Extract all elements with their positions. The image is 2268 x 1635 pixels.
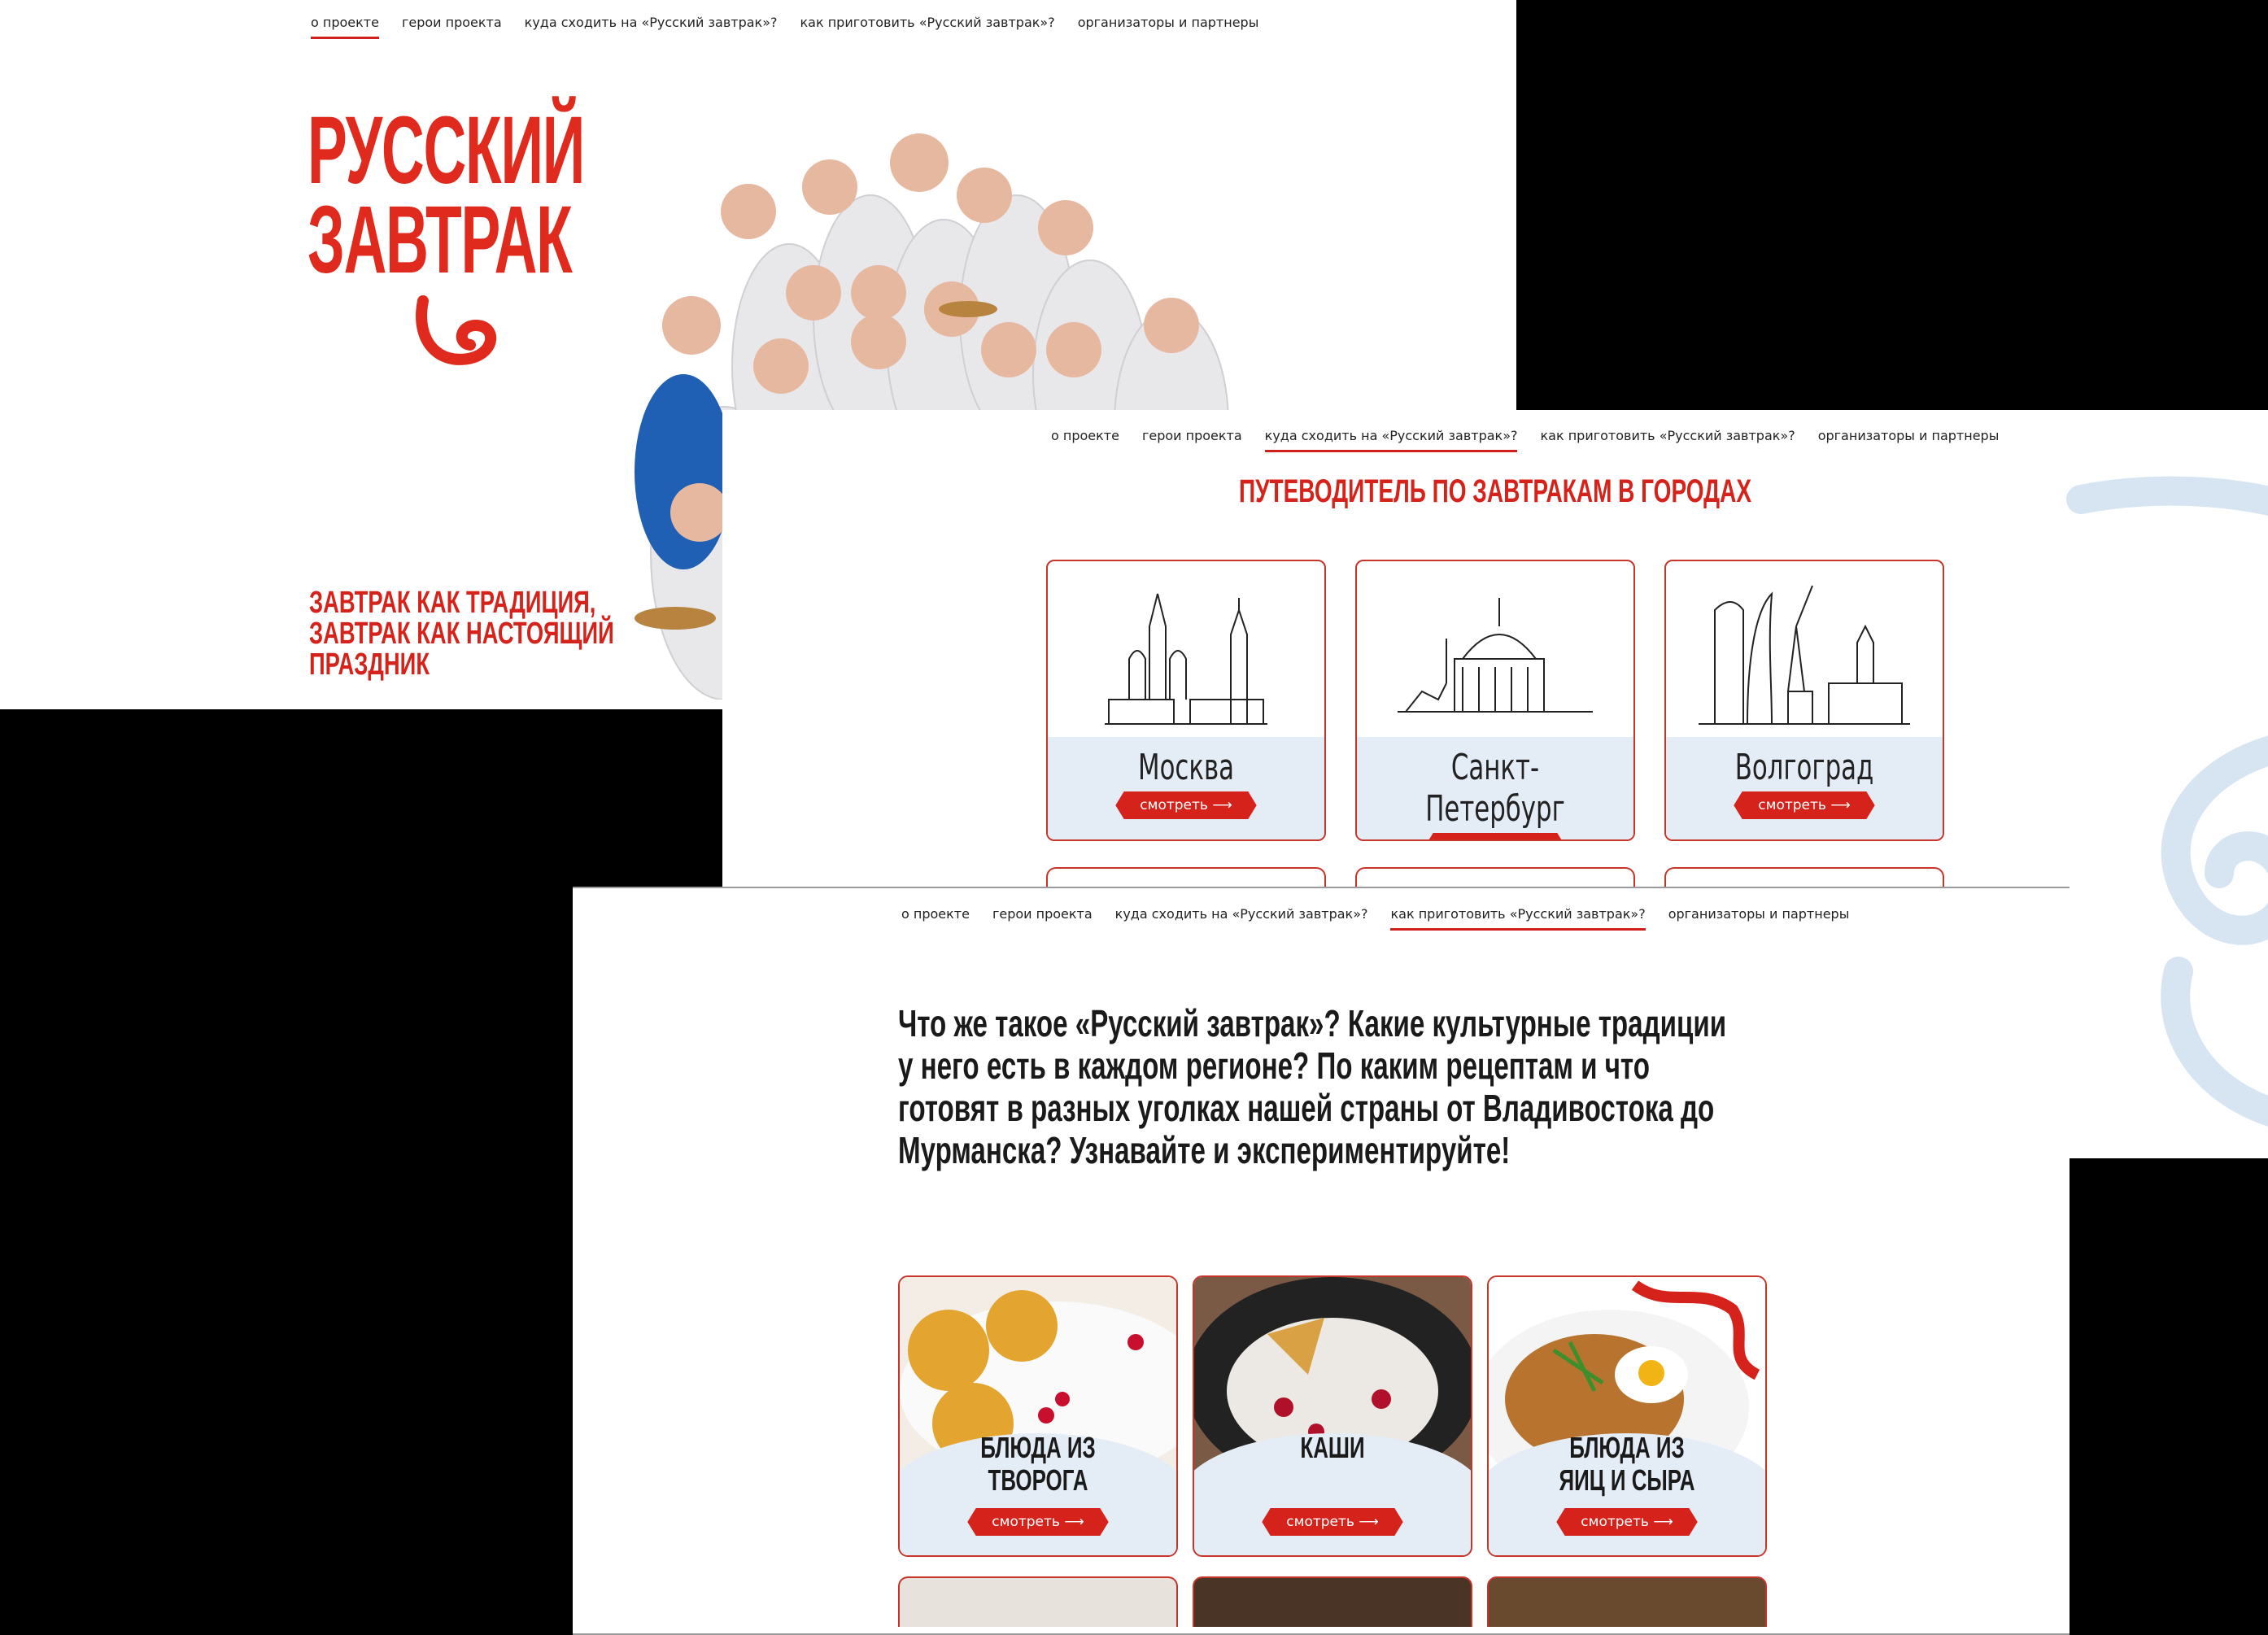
city-name: Санкт-Петербург xyxy=(1425,747,1565,830)
dish-card-eggs-cheese[interactable]: БЛЮДА ИЗ ЯИЦ И СЫРА смотреть ⟶ xyxy=(1487,1275,1767,1557)
nav-how[interactable]: как приготовить «Русский завтрак»? xyxy=(1540,428,1795,452)
dish-card-cottage-cheese[interactable]: БЛЮДА ИЗ ТВОРОГА смотреть ⟶ xyxy=(898,1275,1178,1557)
city-name: Волгоград xyxy=(1734,747,1874,788)
city-card-spb[interactable]: Санкт-Петербург смотреть ⟶ xyxy=(1355,560,1635,841)
view-button[interactable]: смотреть ⟶ xyxy=(1115,791,1257,819)
kremlin-icon xyxy=(1105,593,1267,725)
logo-swirl-icon xyxy=(416,295,497,365)
dish-card-porridge[interactable]: КАШИ смотреть ⟶ xyxy=(1193,1275,1472,1557)
intro-text: Что же такое «Русский завтрак»? Какие ку… xyxy=(898,1002,1727,1171)
dish-title: БЛЮДА ИЗ ТВОРОГА xyxy=(980,1431,1096,1497)
dish-card-next[interactable] xyxy=(1487,1576,1767,1627)
view-button[interactable]: смотреть ⟶ xyxy=(1556,1508,1698,1536)
dish-title: БЛЮДА ИЗ ЯИЦ И СЫРА xyxy=(1559,1431,1695,1497)
nav-where[interactable]: куда сходить на «Русский завтрак»? xyxy=(525,15,778,39)
hero-tagline: ЗАВТРАК КАК ТРАДИЦИЯ, ЗАВТРАК КАК НАСТОЯ… xyxy=(309,586,614,682)
nav-where[interactable]: куда сходить на «Русский завтрак»? xyxy=(1264,428,1518,452)
project-logo: РУССКИЙ ЗАВТРАК xyxy=(307,97,585,294)
nav-about[interactable]: о проекте xyxy=(311,15,379,39)
top-nav: о проекте герои проекта куда сходить на … xyxy=(1051,428,1999,452)
dish-card-next[interactable] xyxy=(898,1576,1178,1627)
view-button[interactable]: смотреть ⟶ xyxy=(1262,1508,1403,1536)
city-name: Москва xyxy=(1138,747,1234,788)
nav-heroes[interactable]: герои проекта xyxy=(992,906,1093,931)
top-nav: о проекте герои проекта куда сходить на … xyxy=(311,15,1258,39)
nav-about[interactable]: о проекте xyxy=(1051,428,1119,452)
nav-partners[interactable]: организаторы и партнеры xyxy=(1818,428,2000,452)
city-card-volgograd[interactable]: Волгоград смотреть ⟶ xyxy=(1664,560,1944,841)
dish-card-next[interactable] xyxy=(1193,1576,1472,1627)
nav-heroes[interactable]: герои проекта xyxy=(402,15,502,39)
nav-partners[interactable]: организаторы и партнеры xyxy=(1668,906,1850,931)
motherland-monument-icon xyxy=(1699,585,1910,725)
dish-title: КАШИ xyxy=(1300,1431,1365,1464)
isaac-cathedral-icon xyxy=(1398,598,1593,713)
view-button[interactable]: смотреть ⟶ xyxy=(967,1508,1109,1536)
top-nav: о проекте герои проекта куда сходить на … xyxy=(901,906,1849,931)
city-card-moscow[interactable]: Москва смотреть ⟶ xyxy=(1046,560,1326,841)
nav-partners[interactable]: организаторы и партнеры xyxy=(1078,15,1259,39)
view-button[interactable]: смотреть ⟶ xyxy=(1734,791,1875,819)
nav-where[interactable]: куда сходить на «Русский завтрак»? xyxy=(1115,906,1368,931)
view-button[interactable]: смотреть ⟶ xyxy=(1424,833,1566,839)
nav-how[interactable]: как приготовить «Русский завтрак»? xyxy=(1390,906,1646,931)
nav-how[interactable]: как приготовить «Русский завтрак»? xyxy=(800,15,1054,39)
nav-heroes[interactable]: герои проекта xyxy=(1142,428,1242,452)
recipes-screen: о проекте герои проекта куда сходить на … xyxy=(573,887,2070,1635)
nav-about[interactable]: о проекте xyxy=(901,906,970,931)
ornament-decoration-icon xyxy=(2066,476,2268,1127)
guide-title: ПУТЕВОДИТЕЛЬ ПО ЗАВТРАКАМ В ГОРОДАХ xyxy=(1238,473,1752,509)
